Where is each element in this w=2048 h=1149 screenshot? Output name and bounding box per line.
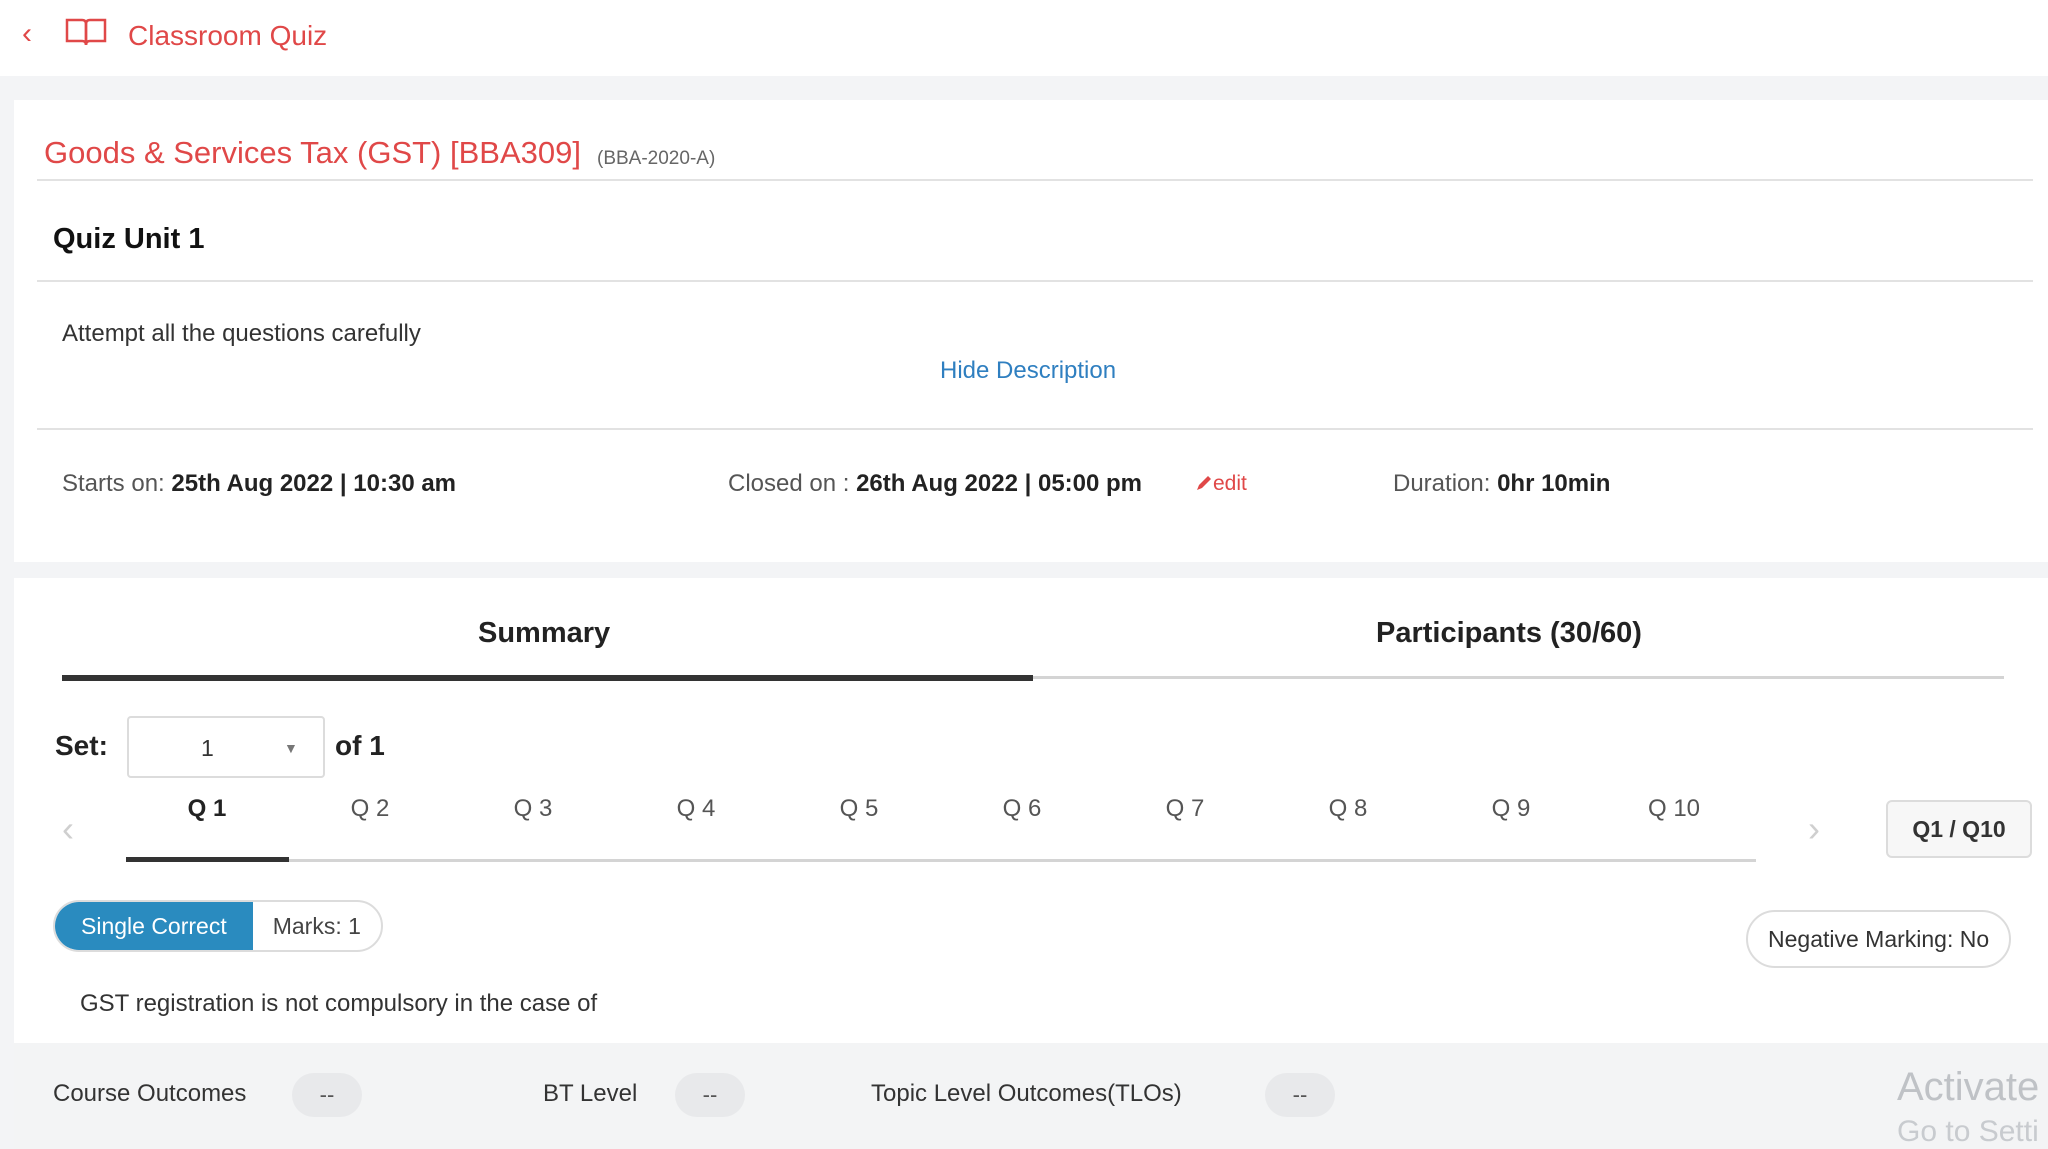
starts-label: Starts on: bbox=[62, 470, 165, 497]
tab-summary[interactable]: Summary bbox=[478, 617, 610, 650]
bt-level-value: -- bbox=[675, 1073, 745, 1117]
set-select[interactable]: 1 ▼ bbox=[127, 716, 325, 778]
set-of-label: of 1 bbox=[335, 730, 385, 761]
divider bbox=[37, 179, 2033, 181]
question-tab-5[interactable]: Q 5 bbox=[779, 795, 939, 823]
chevron-left-icon[interactable]: ‹ bbox=[62, 808, 74, 850]
question-tab-track bbox=[126, 859, 1756, 862]
tab-participants[interactable]: Participants (30/60) bbox=[1376, 617, 1642, 650]
chevron-down-icon: ▼ bbox=[284, 740, 298, 756]
chevron-right-icon[interactable]: › bbox=[1808, 808, 1820, 850]
course-title[interactable]: Goods & Services Tax (GST) [BBA309] bbox=[44, 135, 581, 171]
question-tab-9[interactable]: Q 9 bbox=[1431, 795, 1591, 823]
question-tab-6[interactable]: Q 6 bbox=[942, 795, 1102, 823]
question-tab-7[interactable]: Q 7 bbox=[1105, 795, 1265, 823]
activate-watermark-subtext: Go to Setti bbox=[1897, 1115, 2039, 1148]
duration: Duration: 0hr 10min bbox=[1393, 470, 1610, 498]
duration-value: 0hr 10min bbox=[1497, 470, 1611, 497]
tlo-label: Topic Level Outcomes(TLOs) bbox=[871, 1080, 1182, 1107]
quiz-description: Attempt all the questions carefully bbox=[62, 320, 421, 347]
question-tab-4[interactable]: Q 4 bbox=[616, 795, 776, 823]
question-tab-1[interactable]: Q 1 bbox=[127, 795, 287, 823]
starts-on: Starts on: 25th Aug 2022 | 10:30 am bbox=[62, 470, 456, 498]
question-type-pill: Single Correct Marks: 1 bbox=[53, 900, 383, 952]
starts-value: 25th Aug 2022 | 10:30 am bbox=[171, 470, 457, 497]
bt-level-label: BT Level bbox=[543, 1080, 638, 1107]
question-type-badge: Single Correct bbox=[55, 902, 253, 950]
course-code: (BBA-2020-A) bbox=[597, 148, 716, 169]
edit-close-date-link[interactable]: edit bbox=[1195, 472, 1247, 496]
question-tab-2[interactable]: Q 2 bbox=[290, 795, 450, 823]
negative-marking-badge: Negative Marking: No bbox=[1746, 910, 2012, 968]
activate-watermark: Activate bbox=[1897, 1065, 2040, 1109]
question-tab-8[interactable]: Q 8 bbox=[1268, 795, 1428, 823]
closed-label: Closed on : bbox=[728, 470, 850, 497]
course-outcomes-value: -- bbox=[292, 1073, 362, 1117]
app-title: Classroom Quiz bbox=[128, 20, 328, 51]
marks-badge: Marks: 1 bbox=[272, 913, 361, 939]
set-select-value: 1 bbox=[201, 735, 214, 761]
book-icon bbox=[64, 16, 108, 48]
course-outcomes-label: Course Outcomes bbox=[53, 1080, 247, 1107]
question-counter: Q1 / Q10 bbox=[1886, 800, 2032, 858]
tlo-value: -- bbox=[1265, 1073, 1335, 1117]
pencil-icon bbox=[1197, 476, 1211, 490]
hide-description-link[interactable]: Hide Description bbox=[940, 357, 1116, 385]
closed-on: Closed on : 26th Aug 2022 | 05:00 pm bbox=[728, 470, 1142, 498]
closed-value: 26th Aug 2022 | 05:00 pm bbox=[856, 470, 1143, 497]
edit-label: edit bbox=[1213, 472, 1247, 495]
set-label: Set: bbox=[55, 730, 108, 761]
divider bbox=[37, 428, 2033, 430]
divider bbox=[37, 280, 2033, 282]
tab-active-indicator bbox=[62, 675, 1033, 681]
question-tab-3[interactable]: Q 3 bbox=[453, 795, 613, 823]
question-tab-active-indicator bbox=[126, 857, 289, 862]
question-text: GST registration is not compulsory in th… bbox=[80, 990, 598, 1017]
chevron-left-icon[interactable]: ‹ bbox=[22, 18, 48, 50]
question-tab-10[interactable]: Q 10 bbox=[1594, 795, 1754, 823]
quiz-title: Quiz Unit 1 bbox=[53, 223, 205, 255]
duration-label: Duration: bbox=[1393, 470, 1491, 497]
